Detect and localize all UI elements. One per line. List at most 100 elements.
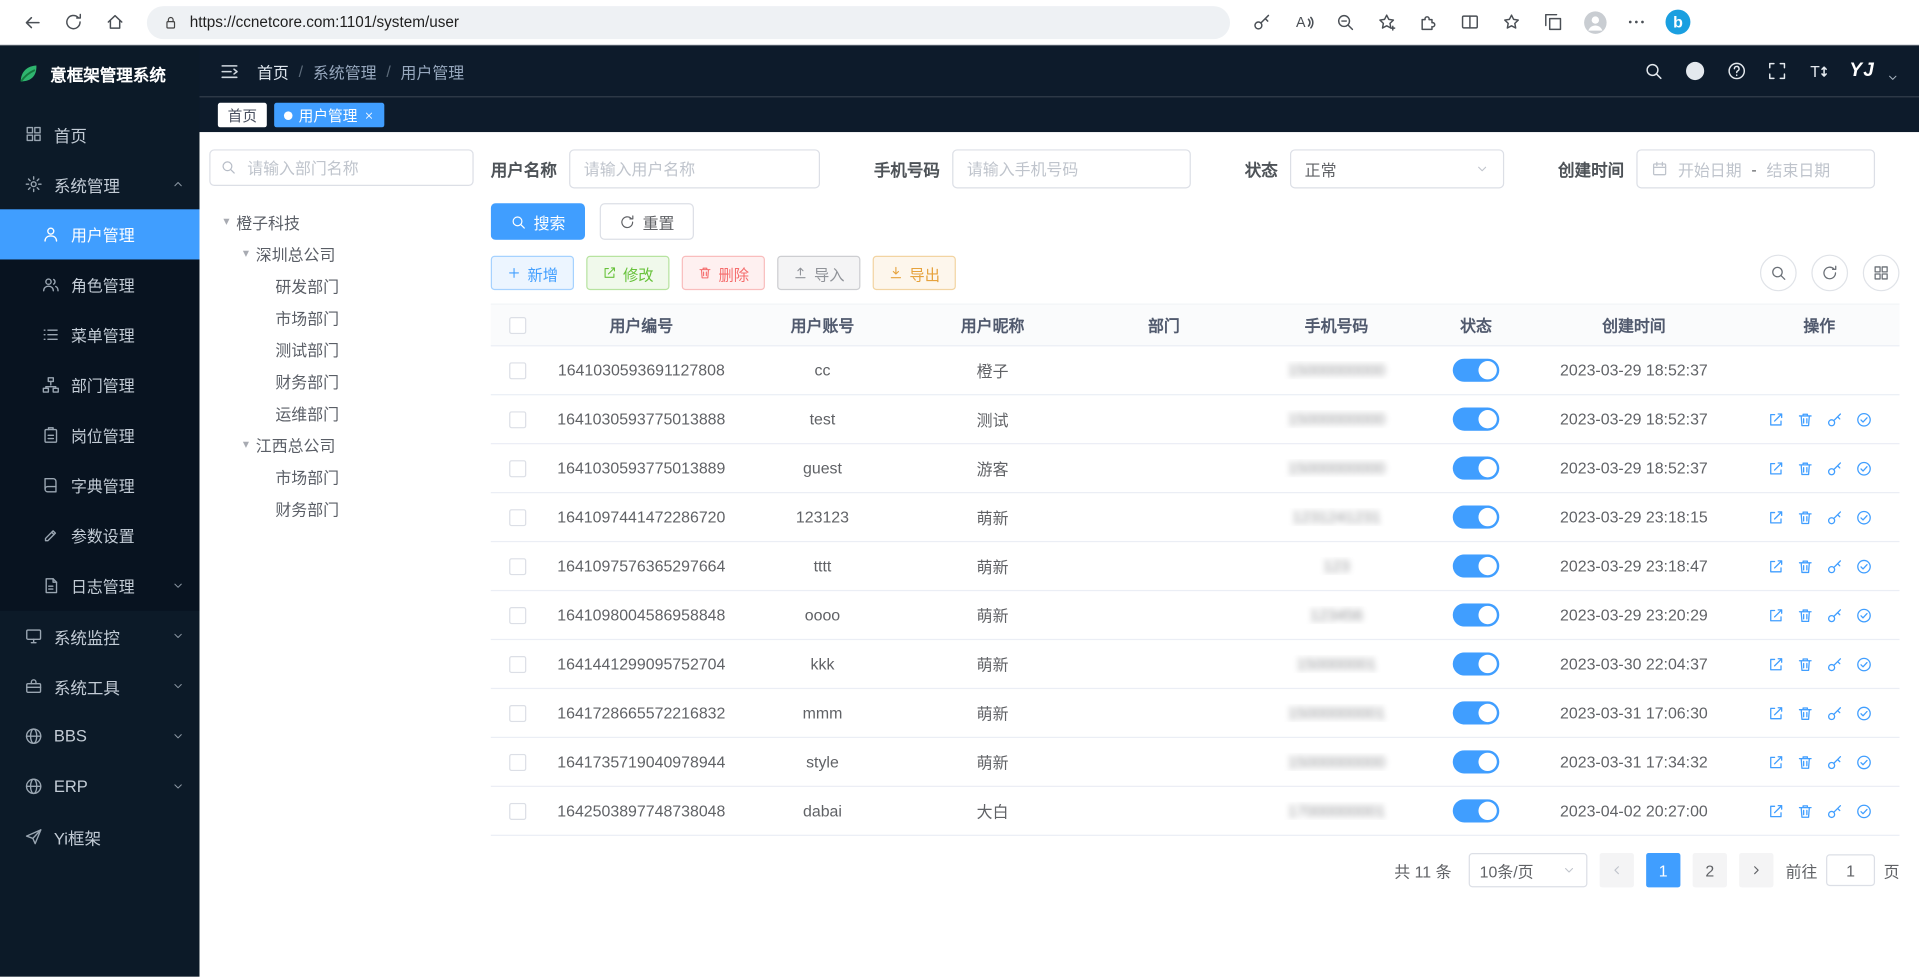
edit-icon[interactable] [1767, 655, 1784, 672]
status-toggle[interactable] [1453, 799, 1500, 822]
status-select[interactable]: 正常 [1290, 149, 1504, 188]
sidebar-item-yi-framework[interactable]: Yi框架 [0, 811, 199, 861]
row-checkbox[interactable] [509, 606, 526, 623]
sidebar-item-post-mgmt[interactable]: 岗位管理 [0, 410, 199, 460]
sidebar-toggle-icon[interactable] [219, 61, 240, 82]
sidebar-item-erp[interactable]: ERP [0, 761, 199, 811]
browser-menu-icon[interactable] [1617, 4, 1656, 41]
tree-node[interactable]: ▾深圳总公司 [209, 237, 473, 269]
tab-home[interactable]: 首页 [218, 103, 267, 127]
tab-user-mgmt[interactable]: 用户管理 [274, 103, 384, 127]
assign-role-icon[interactable] [1855, 704, 1872, 721]
delete-icon[interactable] [1796, 753, 1813, 770]
row-checkbox[interactable] [509, 802, 526, 819]
bing-icon[interactable]: b [1658, 4, 1697, 41]
status-toggle[interactable] [1453, 408, 1500, 431]
assign-role-icon[interactable] [1855, 802, 1872, 819]
edit-icon[interactable] [1767, 460, 1784, 477]
sidebar-item-system-monitor[interactable]: 系统监控 [0, 611, 199, 661]
delete-icon[interactable] [1796, 509, 1813, 526]
export-button[interactable]: 导出 [873, 256, 956, 290]
sidebar-item-bbs[interactable]: BBS [0, 711, 199, 761]
user-menu-caret-icon[interactable] [1886, 70, 1899, 83]
sidebar-item-user-mgmt[interactable]: 用户管理 [0, 209, 199, 259]
sidebar-item-role-mgmt[interactable]: 角色管理 [0, 259, 199, 309]
import-button[interactable]: 导入 [777, 256, 860, 290]
assign-role-icon[interactable] [1855, 753, 1872, 770]
column-settings-icon[interactable] [1863, 255, 1900, 292]
sidebar-item-home[interactable]: 首页 [0, 109, 199, 159]
address-bar[interactable]: https://ccnetcore.com:1101/system/user [147, 6, 1230, 39]
assign-role-icon[interactable] [1855, 460, 1872, 477]
page-button-2[interactable]: 2 [1693, 853, 1727, 887]
sidebar-item-dept-mgmt[interactable]: 部门管理 [0, 360, 199, 410]
reset-password-icon[interactable] [1825, 460, 1842, 477]
sidebar-item-param-settings[interactable]: 参数设置 [0, 510, 199, 560]
delete-icon[interactable] [1796, 606, 1813, 623]
tree-node[interactable]: 市场部门 [209, 460, 473, 492]
sidebar-item-system-tools[interactable]: 系统工具 [0, 661, 199, 711]
status-toggle[interactable] [1453, 603, 1500, 626]
browser-home-icon[interactable] [95, 4, 134, 41]
row-checkbox[interactable] [509, 509, 526, 526]
delete-button[interactable]: 删除 [682, 256, 765, 290]
assign-role-icon[interactable] [1855, 411, 1872, 428]
goto-page-input[interactable] [1826, 854, 1875, 886]
github-icon[interactable] [1684, 60, 1706, 82]
search-button[interactable]: 搜索 [491, 203, 585, 240]
dept-search-input[interactable] [209, 149, 473, 186]
row-checkbox[interactable] [509, 460, 526, 477]
prev-page-button[interactable] [1600, 853, 1634, 887]
delete-icon[interactable] [1796, 557, 1813, 574]
assign-role-icon[interactable] [1855, 557, 1872, 574]
favorites-icon[interactable] [1492, 4, 1531, 41]
toggle-search-icon[interactable] [1760, 255, 1797, 292]
phone-input[interactable] [967, 160, 1176, 178]
status-toggle[interactable] [1453, 457, 1500, 480]
edit-icon[interactable] [1767, 606, 1784, 623]
tree-node[interactable]: ▾江西总公司 [209, 428, 473, 460]
reset-password-icon[interactable] [1825, 606, 1842, 623]
row-checkbox[interactable] [509, 362, 526, 379]
row-checkbox[interactable] [509, 704, 526, 721]
browser-back-icon[interactable] [12, 4, 51, 41]
sidebar-item-system-mgmt[interactable]: 系统管理 [0, 159, 199, 209]
tree-node[interactable]: 测试部门 [209, 333, 473, 365]
reset-password-icon[interactable] [1825, 411, 1842, 428]
sidebar-item-menu-mgmt[interactable]: 菜单管理 [0, 310, 199, 360]
sidebar-item-dict-mgmt[interactable]: 字典管理 [0, 460, 199, 510]
row-checkbox[interactable] [509, 655, 526, 672]
row-checkbox[interactable] [509, 411, 526, 428]
status-toggle[interactable] [1453, 652, 1500, 675]
tree-node[interactable]: 财务部门 [209, 365, 473, 397]
extensions-icon[interactable] [1409, 4, 1448, 41]
page-size-select[interactable]: 10条/页 [1469, 853, 1588, 887]
edit-icon[interactable] [1767, 411, 1784, 428]
delete-icon[interactable] [1796, 655, 1813, 672]
fullscreen-icon[interactable] [1767, 61, 1787, 81]
edit-icon[interactable] [1767, 557, 1784, 574]
delete-icon[interactable] [1796, 802, 1813, 819]
read-aloud-icon[interactable]: A [1284, 4, 1323, 41]
reset-password-icon[interactable] [1825, 704, 1842, 721]
password-manager-icon[interactable] [1242, 4, 1281, 41]
page-button-1[interactable]: 1 [1646, 853, 1680, 887]
status-toggle[interactable] [1453, 554, 1500, 577]
browser-refresh-icon[interactable] [54, 4, 93, 41]
font-size-icon[interactable]: T [1808, 61, 1829, 82]
modify-button[interactable]: 修改 [586, 256, 669, 290]
delete-icon[interactable] [1796, 460, 1813, 477]
username-input[interactable] [584, 160, 806, 178]
tree-node[interactable]: 运维部门 [209, 397, 473, 429]
assign-role-icon[interactable] [1855, 509, 1872, 526]
refresh-table-icon[interactable] [1811, 255, 1848, 292]
tab-close-icon[interactable] [364, 110, 375, 121]
assign-role-icon[interactable] [1855, 655, 1872, 672]
add-button[interactable]: 新增 [491, 256, 574, 290]
header-search-icon[interactable] [1644, 61, 1664, 81]
next-page-button[interactable] [1739, 853, 1773, 887]
add-favorite-icon[interactable] [1367, 4, 1406, 41]
tree-node[interactable]: 市场部门 [209, 301, 473, 333]
collections-icon[interactable] [1534, 4, 1573, 41]
edit-icon[interactable] [1767, 753, 1784, 770]
